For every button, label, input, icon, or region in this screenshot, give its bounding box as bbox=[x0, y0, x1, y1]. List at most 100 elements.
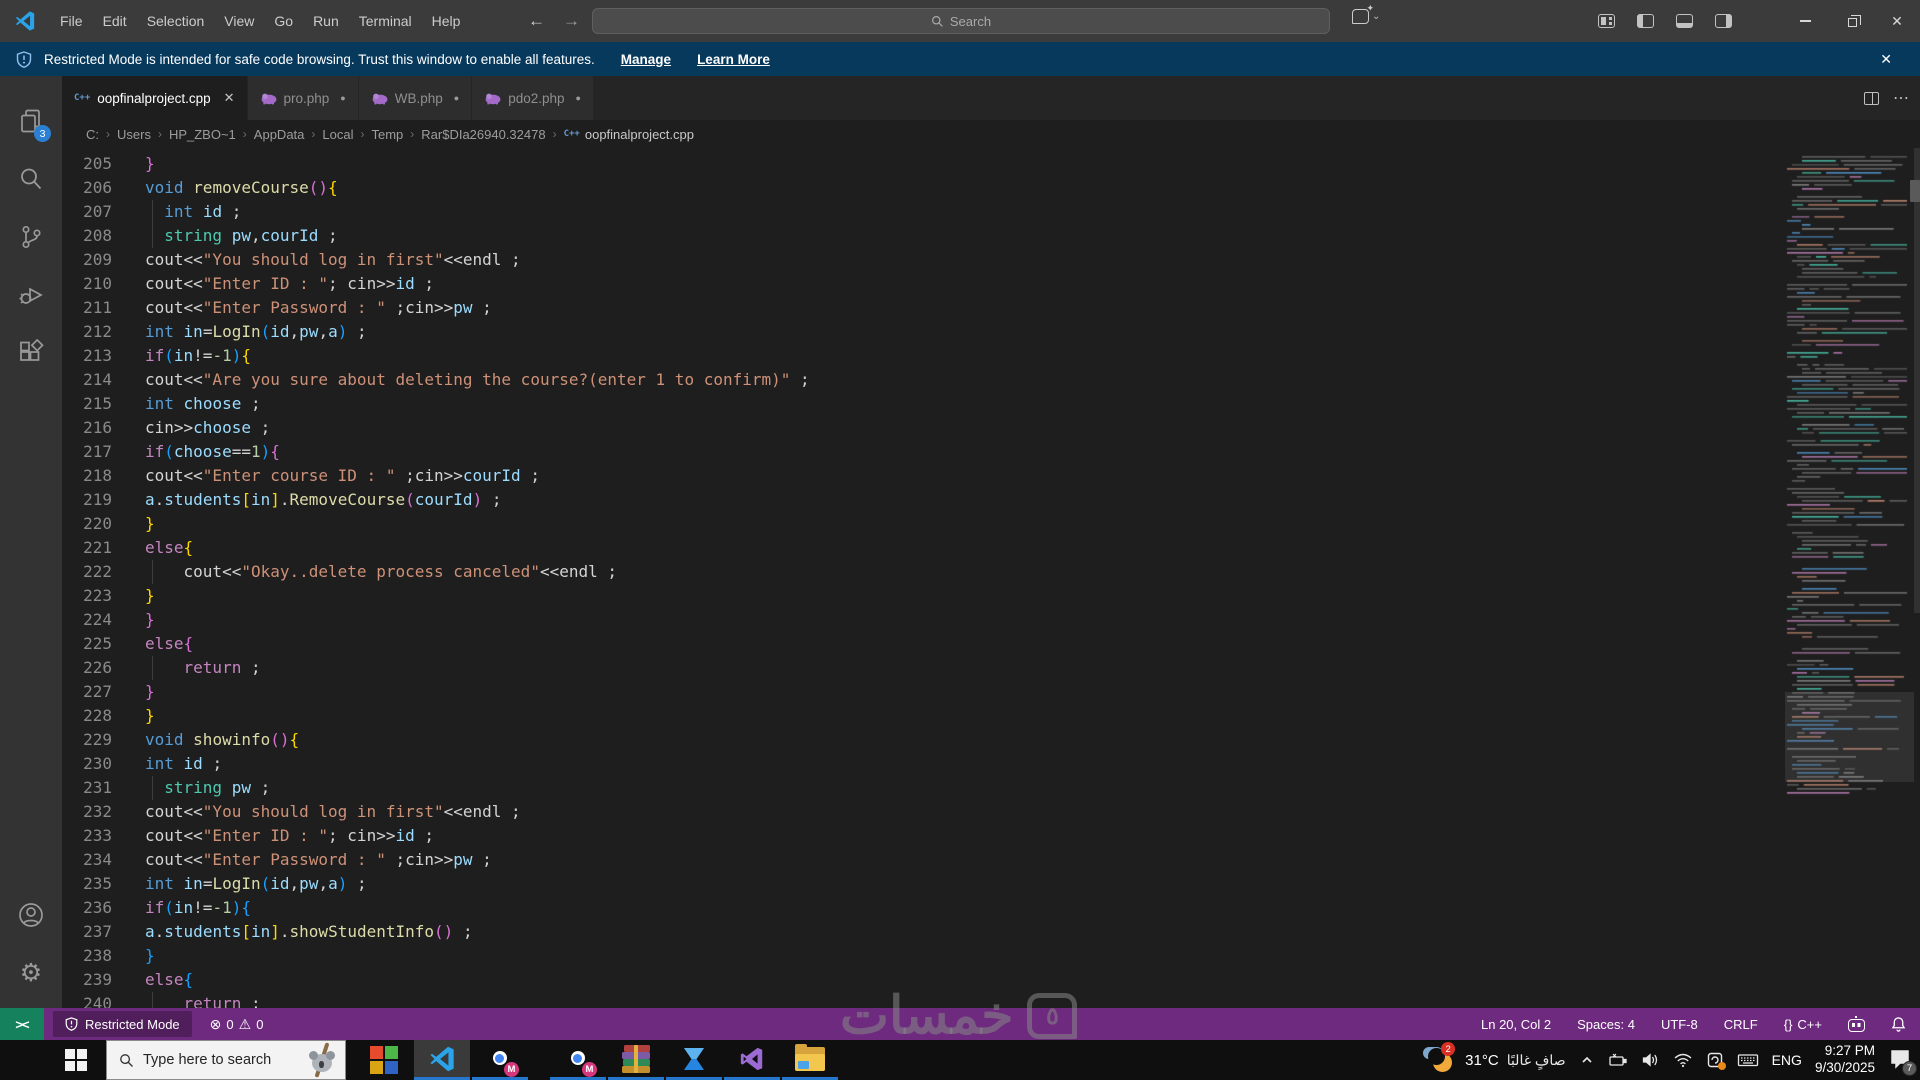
search-sidebar-icon[interactable] bbox=[7, 150, 55, 208]
app-update-icon[interactable] bbox=[1706, 1051, 1726, 1070]
tab-close-icon[interactable]: ✕ bbox=[224, 90, 235, 106]
code-editor[interactable]: 205} 206 void removeCourse(){207 int id ; 2… bbox=[62, 148, 1785, 1008]
accounts-icon[interactable] bbox=[7, 886, 55, 944]
code-line-234[interactable]: 234 cout<<"Enter Password : " ;cin>>pw ; bbox=[62, 848, 1785, 872]
taskbar-app-winrar[interactable] bbox=[608, 1040, 664, 1080]
code-line-233[interactable]: 233 cout<<"Enter ID : "; cin>>id ; bbox=[62, 824, 1785, 848]
taskbar-app-visualstudio[interactable] bbox=[724, 1040, 780, 1080]
code-line-226[interactable]: 226 return ; bbox=[62, 656, 1785, 680]
tab-oopfinalproject.cpp[interactable]: C++ oopfinalproject.cpp ✕ bbox=[62, 76, 248, 120]
status-spaces-4[interactable]: Spaces: 4 bbox=[1577, 1017, 1635, 1032]
split-editor-icon[interactable] bbox=[1864, 91, 1879, 105]
menu-help[interactable]: Help bbox=[422, 0, 471, 42]
menu-run[interactable]: Run bbox=[303, 0, 349, 42]
code-line-214[interactable]: 214 cout<<"Are you sure about deleting th… bbox=[62, 368, 1785, 392]
code-line-240[interactable]: 240 return ; bbox=[62, 992, 1785, 1008]
minimize-button[interactable] bbox=[1782, 0, 1828, 42]
taskbar-search[interactable]: Type here to search bbox=[106, 1040, 346, 1080]
notification-center[interactable]: 7 bbox=[1888, 1047, 1917, 1076]
toggle-sidebar-icon[interactable] bbox=[1637, 14, 1654, 28]
extensions-icon[interactable] bbox=[7, 324, 55, 382]
code-line-231[interactable]: 231 string pw ; bbox=[62, 776, 1785, 800]
breadcrumb-item[interactable]: C: bbox=[86, 127, 99, 142]
code-line-223[interactable]: 223} bbox=[62, 584, 1785, 608]
menu-go[interactable]: Go bbox=[264, 0, 303, 42]
tab-WB.php[interactable]: WB.php ● bbox=[358, 76, 473, 120]
start-button[interactable] bbox=[48, 1040, 104, 1080]
status-utf-8[interactable]: UTF-8 bbox=[1661, 1017, 1698, 1032]
customize-layout-icon[interactable] bbox=[1598, 14, 1615, 28]
scrollbar[interactable] bbox=[1914, 148, 1920, 613]
status-c-[interactable]: {} C++ bbox=[1784, 1017, 1822, 1032]
remote-indicator[interactable]: >< bbox=[0, 1008, 44, 1040]
code-line-220[interactable]: 220} bbox=[62, 512, 1785, 536]
nav-forward-icon[interactable]: → bbox=[563, 11, 580, 31]
code-line-219[interactable]: 219 a.students[in].RemoveCourse(courId) ; bbox=[62, 488, 1785, 512]
status-crlf[interactable]: CRLF bbox=[1724, 1017, 1758, 1032]
scrollbar-handle[interactable] bbox=[1910, 180, 1920, 202]
code-line-237[interactable]: 237 a.students[in].showStudentInfo() ; bbox=[62, 920, 1785, 944]
code-line-217[interactable]: 217 if(choose==1){ bbox=[62, 440, 1785, 464]
code-line-213[interactable]: 213 if(in!=-1){ bbox=[62, 344, 1785, 368]
run-debug-icon[interactable] bbox=[7, 266, 55, 324]
code-line-225[interactable]: 225 else{ bbox=[62, 632, 1785, 656]
settings-gear-icon[interactable]: ⚙ bbox=[7, 944, 55, 1002]
code-line-205[interactable]: 205} bbox=[62, 152, 1785, 176]
minimap[interactable] bbox=[1785, 148, 1914, 1008]
code-line-227[interactable]: 227} bbox=[62, 680, 1785, 704]
close-button[interactable]: ✕ bbox=[1874, 0, 1920, 42]
minimap-slider[interactable] bbox=[1785, 692, 1914, 782]
taskbar-app-chrome[interactable]: M bbox=[472, 1040, 528, 1080]
code-line-208[interactable]: 208 string pw,courId ; bbox=[62, 224, 1785, 248]
copilot-button[interactable]: ⌄ bbox=[1352, 3, 1380, 24]
more-actions-icon[interactable]: ⋯ bbox=[1893, 88, 1910, 108]
menu-selection[interactable]: Selection bbox=[137, 0, 215, 42]
code-line-230[interactable]: 230 int id ; bbox=[62, 752, 1785, 776]
code-line-229[interactable]: 229 void showinfo(){ bbox=[62, 728, 1785, 752]
tab-pro.php[interactable]: pro.php ● bbox=[247, 76, 359, 120]
code-line-221[interactable]: 221 else{ bbox=[62, 536, 1785, 560]
volume-icon[interactable] bbox=[1641, 1052, 1660, 1068]
code-line-238[interactable]: 238} bbox=[62, 944, 1785, 968]
clock[interactable]: 9:27 PM 9/30/2025 bbox=[1815, 1043, 1875, 1077]
code-line-218[interactable]: 218 cout<<"Enter course ID : " ;cin>>cour… bbox=[62, 464, 1785, 488]
code-line-207[interactable]: 207 int id ; bbox=[62, 200, 1785, 224]
code-line-209[interactable]: 209 cout<<"You should log in first"<<endl… bbox=[62, 248, 1785, 272]
explorer-icon[interactable]: 3 bbox=[7, 92, 55, 150]
battery-icon[interactable] bbox=[1608, 1052, 1628, 1068]
taskbar-app-blue[interactable] bbox=[666, 1040, 722, 1080]
language-indicator[interactable]: ENG bbox=[1772, 1052, 1802, 1068]
tab-pdo2.php[interactable]: pdo2.php ● bbox=[472, 76, 594, 120]
code-line-216[interactable]: 216 cin>>choose ; bbox=[62, 416, 1785, 440]
tray-expand-icon[interactable] bbox=[1579, 1052, 1595, 1068]
menu-view[interactable]: View bbox=[214, 0, 264, 42]
source-control-icon[interactable] bbox=[7, 208, 55, 266]
code-line-239[interactable]: 239 else{ bbox=[62, 968, 1785, 992]
code-line-228[interactable]: 228} bbox=[62, 704, 1785, 728]
breadcrumb-item[interactable]: HP_ZBO~1 bbox=[169, 127, 236, 142]
status-copilot[interactable] bbox=[1848, 1016, 1865, 1032]
taskbar-app-colorgrid[interactable] bbox=[356, 1040, 412, 1080]
taskbar-app-explorer[interactable] bbox=[782, 1040, 838, 1080]
toggle-panel-icon[interactable] bbox=[1676, 14, 1693, 28]
breadcrumb-item[interactable]: Local bbox=[322, 127, 353, 142]
breadcrumb-item[interactable]: Temp bbox=[371, 127, 403, 142]
banner-manage-link[interactable]: Manage bbox=[621, 52, 671, 67]
code-line-222[interactable]: 222 cout<<"Okay..delete process canceled… bbox=[62, 560, 1785, 584]
toggle-secondary-sidebar-icon[interactable] bbox=[1715, 14, 1732, 28]
status-ln-20-col-2[interactable]: Ln 20, Col 2 bbox=[1481, 1017, 1551, 1032]
taskbar-app-chrome-2[interactable]: M bbox=[550, 1040, 606, 1080]
menu-edit[interactable]: Edit bbox=[93, 0, 137, 42]
breadcrumb-item[interactable]: Users bbox=[117, 127, 151, 142]
banner-learn-more-link[interactable]: Learn More bbox=[697, 52, 770, 67]
code-line-232[interactable]: 232 cout<<"You should log in first"<<endl… bbox=[62, 800, 1785, 824]
status-restricted-mode[interactable]: Restricted Mode bbox=[53, 1011, 192, 1037]
menu-terminal[interactable]: Terminal bbox=[349, 0, 422, 42]
command-search-box[interactable]: Search bbox=[592, 8, 1330, 34]
code-line-215[interactable]: 215 int choose ; bbox=[62, 392, 1785, 416]
code-line-210[interactable]: 210 cout<<"Enter ID : "; cin>>id ; bbox=[62, 272, 1785, 296]
code-line-212[interactable]: 212 int in=LogIn(id,pw,a) ; bbox=[62, 320, 1785, 344]
problems-indicator[interactable]: ⊗ 0 ⚠ 0 bbox=[210, 1016, 264, 1033]
breadcrumb[interactable]: C: › Users › HP_ZBO~1 › AppData › Local › Temp › Rar… bbox=[62, 120, 1920, 148]
breadcrumb-file[interactable]: C++ oopfinalproject.cpp bbox=[564, 127, 694, 142]
